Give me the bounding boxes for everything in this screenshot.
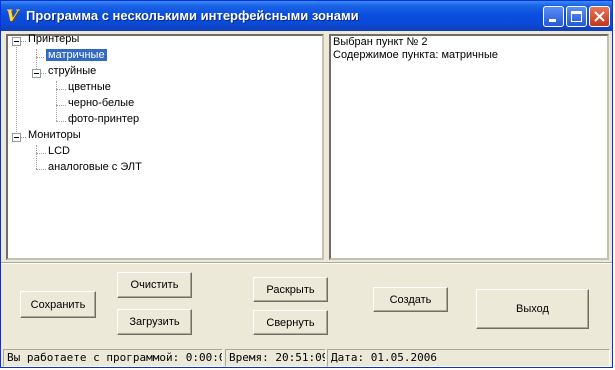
tree-item-bw[interactable]: черно-белые <box>66 97 136 113</box>
title-bar[interactable]: V Программа с несколькими интерфейсными … <box>1 1 612 31</box>
tree-line <box>36 145 38 169</box>
tree-line <box>56 81 58 121</box>
collapse-toggle-icon[interactable] <box>32 69 41 78</box>
tree-item-label: матричные <box>45 48 108 62</box>
tree-item-label: LCD <box>48 145 71 157</box>
tree-item-label: Мониторы <box>28 129 81 141</box>
collapse-toggle-icon[interactable] <box>12 133 21 142</box>
tree-line <box>36 153 46 155</box>
collapse-button[interactable]: Свернуть <box>253 310 328 335</box>
collapse-toggle-icon[interactable] <box>12 37 21 46</box>
load-button[interactable]: Загрузить <box>117 309 192 335</box>
tree-line <box>56 105 66 107</box>
tree-item-crt[interactable]: аналоговые с ЭЛТ <box>46 161 144 177</box>
close-button[interactable] <box>589 6 610 27</box>
maximize-button[interactable] <box>566 6 587 27</box>
tree-line <box>36 57 46 59</box>
create-button[interactable]: Создать <box>373 287 448 312</box>
info-panel[interactable]: Выбран пункт № 2 Содержимое пункта: матр… <box>329 34 609 260</box>
item-content-text: Содержимое пункта: матричные <box>333 49 499 61</box>
close-icon <box>594 11 605 22</box>
save-button[interactable]: Сохранить <box>20 291 96 318</box>
tree-item-color[interactable]: цветные <box>66 81 113 97</box>
tree-item-lcd[interactable]: LCD <box>46 145 72 161</box>
tree-item-label: фото-принтер <box>68 113 140 125</box>
expand-button[interactable]: Раскрыть <box>253 277 328 302</box>
selected-item-text: Выбран пункт № 2 <box>333 36 428 48</box>
minimize-button[interactable] <box>543 6 564 27</box>
app-icon: V <box>6 6 19 25</box>
tree-item-photo[interactable]: фото-принтер <box>66 113 141 129</box>
main-window: V Программа с несколькими интерфейсными … <box>0 0 613 368</box>
clear-button[interactable]: Очистить <box>117 272 192 298</box>
tree-line <box>16 45 18 138</box>
tree-item-matrix[interactable]: матричные <box>45 48 108 65</box>
tree-item-monitors[interactable]: Мониторы <box>26 129 83 145</box>
tree-item-label: струйные <box>48 65 97 77</box>
tree-item-label: аналоговые с ЭЛТ <box>48 161 142 173</box>
tree-item-inkjet[interactable]: струйные <box>46 65 98 81</box>
tree-line <box>36 169 46 171</box>
status-uptime: Вы работаете с программой: 0:00:04 <box>3 349 223 367</box>
tree-item-printers[interactable]: Принтеры <box>26 33 81 49</box>
minimize-icon <box>549 19 556 22</box>
window-title: Программа с несколькими интерфейсными зо… <box>26 8 359 23</box>
tree-item-label: черно-белые <box>68 97 135 109</box>
exit-button[interactable]: Выход <box>476 289 589 329</box>
maximize-icon <box>571 11 582 22</box>
status-time: Время: 20:51:09 <box>225 349 326 367</box>
tree-line <box>56 89 66 91</box>
divider <box>1 262 612 264</box>
tree-line <box>56 121 66 123</box>
tree-item-label: цветные <box>68 81 111 93</box>
status-date: Дата: 01.05.2006 <box>327 349 610 367</box>
tree-view[interactable]: Принтеры матричные струйные цветные черн… <box>6 33 324 260</box>
tree-item-label: Принтеры <box>28 33 80 45</box>
